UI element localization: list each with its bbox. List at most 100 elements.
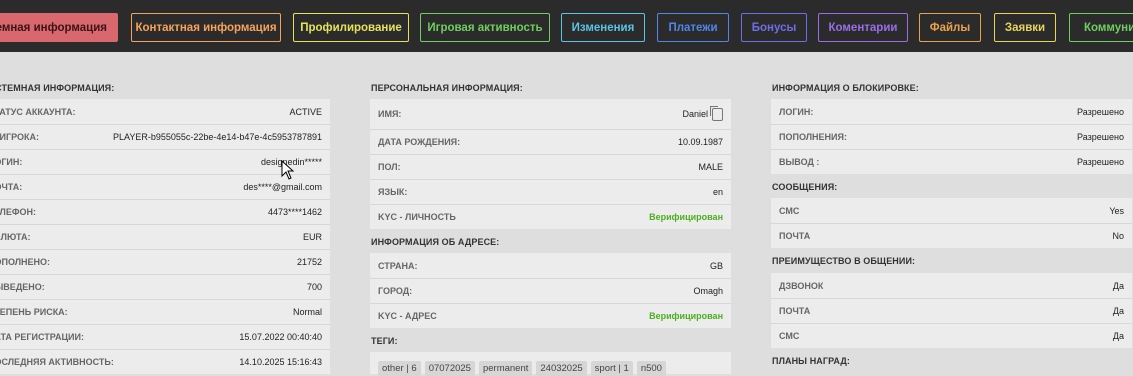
row-player-id: ID ИГРОКА: PLAYER-b955055c-22be-4e14-b47e… xyxy=(0,124,330,149)
value: Omagh xyxy=(693,286,723,296)
system-info-card: СТАТУС АККАУНТА: ACTIVE ID ИГРОКА: PLAYER-… xyxy=(0,99,330,374)
value: 14.10.2025 15:16:43 xyxy=(239,357,322,367)
value: Normal xyxy=(292,307,322,317)
value: EUR xyxy=(302,232,322,242)
tab-communications[interactable]: Коммуникации xyxy=(1069,13,1133,42)
label: ПОЛ: xyxy=(378,162,401,172)
value: 15.07.2022 00:40:40 xyxy=(239,332,322,342)
row-gender: ПОЛ: MALE xyxy=(370,154,731,179)
label: ДЗВОНОК xyxy=(779,280,824,291)
label: KYC - АДРЕС xyxy=(378,311,437,321)
label: СМС xyxy=(779,205,800,216)
value: GB xyxy=(709,260,723,271)
top-tab-bar: Системная информация Контактная информац… xyxy=(0,0,1133,52)
label: ИМЯ: xyxy=(378,109,402,119)
row-currency: ВАЛЮТА: EUR xyxy=(0,224,330,249)
value: Да xyxy=(1112,306,1124,316)
copy-icon[interactable] xyxy=(710,105,723,121)
row-pref-call: ДЗВОНОК Да xyxy=(771,273,1132,298)
row-country: СТРАНА: GB xyxy=(370,253,731,278)
value: MALE xyxy=(698,162,723,172)
value: PLAYER-b955055c-22be-4e14-b47e-4c5953787… xyxy=(113,132,322,142)
personal-info-card: ИМЯ: Daniel ДАТА РОЖДЕНИЯ: 10.09.1987 ПОЛ:… xyxy=(370,99,731,229)
row-city: ГОРОД: Omagh xyxy=(370,278,731,303)
messages-title: СООБЩЕНИЯ: xyxy=(772,182,838,192)
row-block-deposits: ПОПОЛНЕНИЯ: Разрешено xyxy=(771,124,1132,149)
row-block-login: ЛОГИН: Разрешено xyxy=(771,99,1132,124)
row-phone: ТЕЛЕФОН: 4473****1462 xyxy=(0,199,330,224)
row-kyc-identity: KYC - ЛИЧНОСТЬ Верифицирован xyxy=(370,204,731,229)
row-risk-level: СТЕПЕНЬ РИСКА: Normal xyxy=(0,299,330,324)
value: 21752 xyxy=(296,257,322,267)
value: Разрешено xyxy=(1077,132,1124,142)
tab-contact-info[interactable]: Контактная информация xyxy=(131,13,281,42)
label: ID ИГРОКА: xyxy=(0,132,39,142)
label: ПОПОЛНЕНО: xyxy=(0,257,51,267)
address-info-card: СТРАНА: GB ГОРОД: Omagh KYC - АДРЕС Верифиц… xyxy=(370,253,731,328)
address-info-title: ИНФОРМАЦИЯ ОБ АДРЕСЕ: xyxy=(371,237,500,247)
row-pref-sms: СМС Да xyxy=(771,323,1132,348)
label: СТАТУС АККАУНТА: xyxy=(0,106,76,117)
tab-system-info[interactable]: Системная информация xyxy=(0,13,118,42)
label: KYC - ЛИЧНОСТЬ xyxy=(378,212,456,222)
label: ДАТА РОЖДЕНИЯ: xyxy=(378,137,461,147)
row-language: ЯЗЫК: en xyxy=(370,179,731,204)
row-last-activity: ПОСЛЕДНЯЯ АКТИВНОСТЬ: 14.10.2025 15:16:43 xyxy=(0,349,330,374)
tab-game-activity[interactable]: Игровая активность xyxy=(420,13,550,42)
blocking-info-title: ИНФОРМАЦИЯ О БЛОКИРОВКЕ: xyxy=(772,83,919,93)
label: ДАТА РЕГИСТРАЦИИ: xyxy=(0,332,84,342)
label: ТЕЛЕФОН: xyxy=(0,207,36,217)
label: ПОЧТА xyxy=(779,231,811,241)
row-block-withdrawal: ВЫВОД : Разрешено xyxy=(771,149,1132,174)
label: ПОЧТА: xyxy=(0,182,23,192)
row-registration-date: ДАТА РЕГИСТРАЦИИ: 15.07.2022 00:40:40 xyxy=(0,324,330,349)
label: ЛОГИН: xyxy=(0,157,23,167)
row-pref-email: ПОЧТА Да xyxy=(771,298,1132,323)
value: 10.09.1987 xyxy=(677,137,723,147)
label: ВЫВЕДЕНО: xyxy=(0,282,45,292)
row-name: ИМЯ: Daniel xyxy=(370,99,731,129)
messages-card: СМС Yes ПОЧТА No xyxy=(771,198,1132,248)
tab-payments[interactable]: Платежи xyxy=(657,13,729,42)
tab-files[interactable]: Файлы xyxy=(919,13,981,42)
label: ЛОГИН: xyxy=(779,106,814,117)
label: ПОСЛЕДНЯЯ АКТИВНОСТЬ: xyxy=(0,357,114,367)
mouse-cursor-icon xyxy=(281,160,295,180)
tab-requests[interactable]: Заявки xyxy=(994,13,1056,42)
tags-card: other | 6 07072025 permanent 24032025 sp… xyxy=(370,352,731,376)
tab-profiling[interactable]: Профилирование xyxy=(293,13,409,42)
value: Да xyxy=(1112,280,1124,291)
comm-pref-title: ПРЕИМУЩЕСТВО В ОБЩЕНИИ: xyxy=(772,256,916,266)
kyc-status-badge: Верифицирован xyxy=(649,311,723,321)
system-info-title: СИСТЕМНАЯ ИНФОРМАЦИЯ: xyxy=(0,83,115,93)
value: Yes xyxy=(1109,205,1124,216)
value: en xyxy=(712,187,723,197)
value: Разрешено xyxy=(1077,157,1124,167)
personal-info-title: ПЕРСОНАЛЬНАЯ ИНФОРМАЦИЯ: xyxy=(371,83,523,93)
value: Daniel xyxy=(682,105,723,121)
blocking-info-card: ЛОГИН: Разрешено ПОПОЛНЕНИЯ: Разрешено ВЫВ… xyxy=(771,99,1132,174)
value: No xyxy=(1112,231,1124,241)
name-value: Daniel xyxy=(682,108,708,119)
label: ПОЧТА xyxy=(779,306,811,316)
tags-title: ТЕГИ: xyxy=(371,336,398,346)
row-withdrawn: ВЫВЕДЕНО: 700 xyxy=(0,274,330,299)
comm-pref-card: ДЗВОНОК Да ПОЧТА Да СМС Да xyxy=(771,273,1132,348)
tab-changes[interactable]: Изменения xyxy=(561,13,645,42)
label: ЯЗЫК: xyxy=(378,187,408,197)
row-account-status: СТАТУС АККАУНТА: ACTIVE xyxy=(0,99,330,124)
row-msg-sms: СМС Yes xyxy=(771,198,1132,223)
label: СТЕПЕНЬ РИСКА: xyxy=(0,307,68,317)
row-birth-date: ДАТА РОЖДЕНИЯ: 10.09.1987 xyxy=(370,129,731,154)
label: СТРАНА: xyxy=(378,260,418,271)
label: СМС xyxy=(779,331,800,341)
value: Да xyxy=(1112,331,1124,341)
value: 4473****1462 xyxy=(267,207,322,217)
tab-comments[interactable]: Коментарии xyxy=(818,13,908,42)
tab-bonuses[interactable]: Бонусы xyxy=(741,13,807,42)
label: ВАЛЮТА: xyxy=(0,232,31,242)
rewards-title: ПЛАНЫ НАГРАД: xyxy=(772,356,850,366)
value: Разрешено xyxy=(1077,106,1124,117)
kyc-status-badge: Верифицирован xyxy=(649,212,723,222)
label: ГОРОД: xyxy=(378,286,413,296)
